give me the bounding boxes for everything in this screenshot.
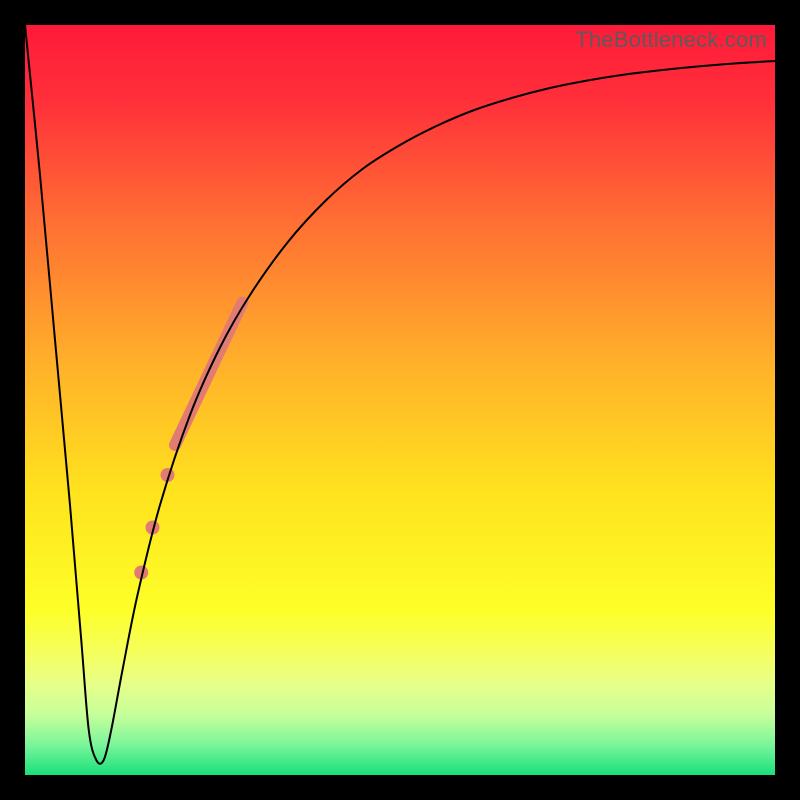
chart-frame: TheBottleneck.com — [0, 0, 800, 800]
chart-svg — [25, 25, 775, 775]
watermark-text: TheBottleneck.com — [575, 27, 767, 53]
gradient-background — [25, 25, 775, 775]
plot-area: TheBottleneck.com — [25, 25, 775, 775]
